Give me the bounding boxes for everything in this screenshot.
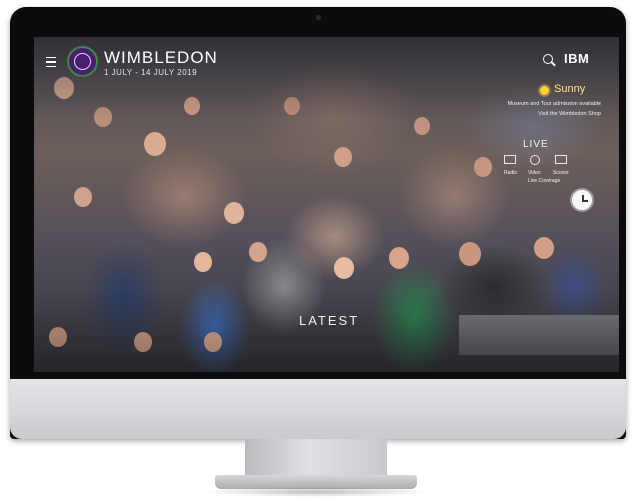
tournament-dates: 1 JULY - 14 JULY 2019 <box>104 68 198 77</box>
wimbledon-logo[interactable] <box>67 46 98 77</box>
live-heading: LIVE <box>523 139 549 150</box>
menu-icon[interactable] <box>46 57 56 67</box>
latest-section-label[interactable]: LATEST <box>299 313 359 328</box>
sun-icon <box>540 86 549 95</box>
stand-shadow <box>200 487 432 497</box>
clock-icon <box>570 188 594 212</box>
search-icon[interactable] <box>543 54 553 64</box>
monitor-frame: WIMBLEDON 1 JULY - 14 JULY 2019 IBM Sunn… <box>10 7 626 439</box>
ibm-logo[interactable]: IBM <box>564 51 589 66</box>
live-coverage-link[interactable]: Live Coverage <box>528 178 560 184</box>
website-screen: WIMBLEDON 1 JULY - 14 JULY 2019 IBM Sunn… <box>34 37 619 372</box>
logo-racquets-icon <box>74 53 91 70</box>
radio-icon[interactable] <box>504 155 516 164</box>
video-icon[interactable] <box>530 155 540 165</box>
monitor-chin <box>10 379 626 439</box>
monitor-stand <box>245 439 387 477</box>
live-caption-radio: Radio <box>504 170 518 176</box>
clock-minute-hand <box>582 200 588 202</box>
webcam <box>316 15 321 20</box>
scores-icon[interactable] <box>555 155 567 164</box>
shop-link[interactable]: Visit the Wimbledon Shop <box>538 111 601 117</box>
content-panel <box>459 315 619 355</box>
museum-notice[interactable]: Museum and Tour admission available <box>508 101 601 107</box>
live-caption-video: Video <box>528 170 541 176</box>
site-title[interactable]: WIMBLEDON <box>104 48 218 68</box>
weather-status: Sunny <box>554 83 586 95</box>
live-caption-scores: Scores <box>553 170 569 176</box>
